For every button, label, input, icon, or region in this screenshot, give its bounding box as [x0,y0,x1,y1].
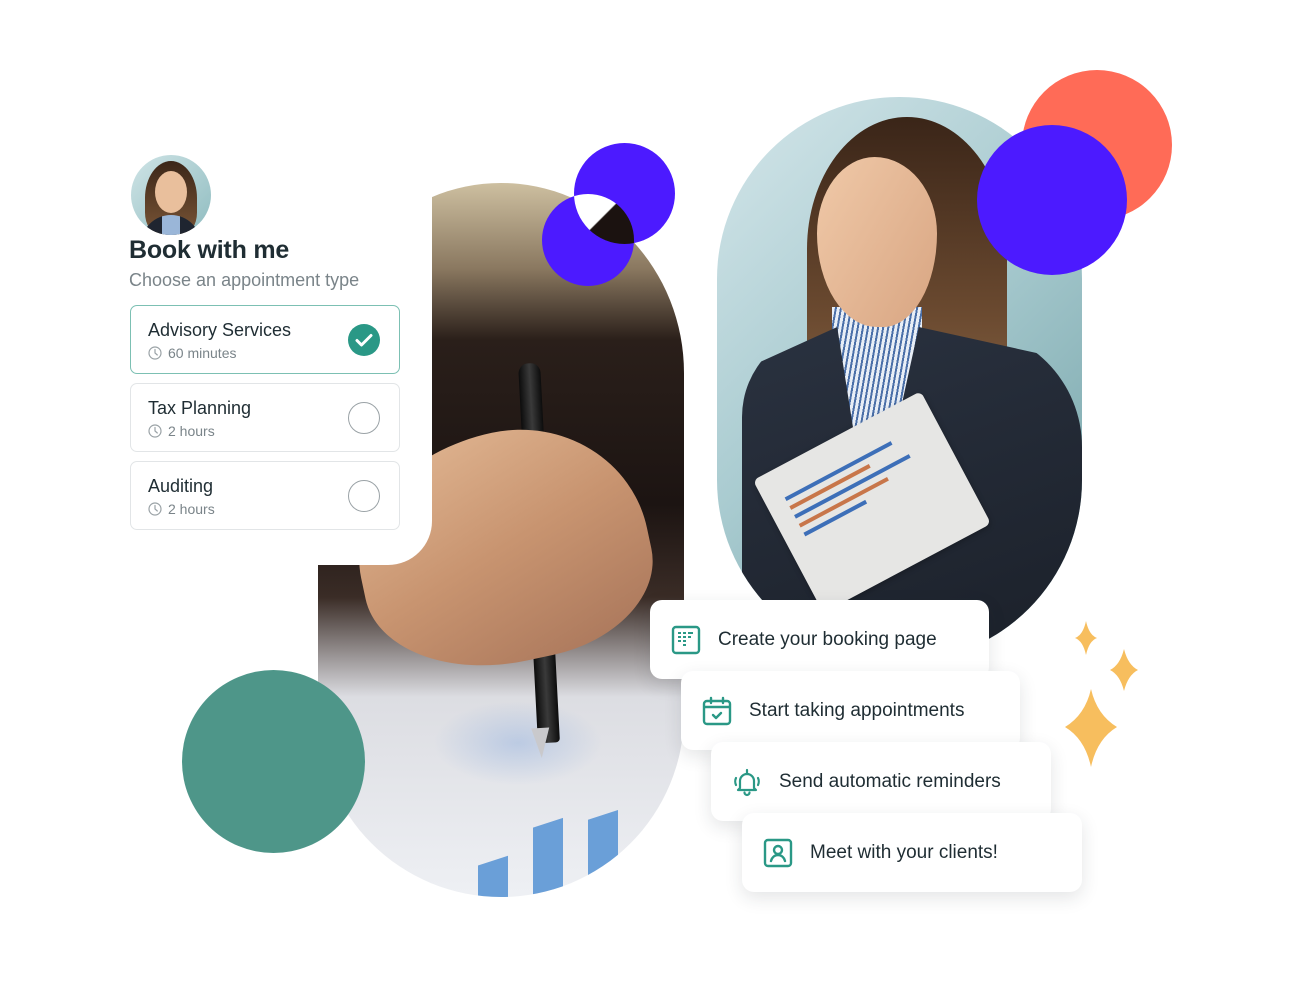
option-name: Advisory Services [148,320,292,340]
appointment-option-auditing[interactable]: Auditing 2 hours [130,461,400,530]
step-label: Start taking appointments [749,699,965,721]
option-name: Tax Planning [148,398,252,418]
step-meet-clients[interactable]: Meet with your clients! [742,813,1082,892]
option-duration: 2 hours [168,423,215,439]
sparkle-small [1075,621,1097,655]
pen-nib-shape [531,727,551,759]
radio-circle-icon[interactable] [348,480,380,512]
step-label: Send automatic reminders [779,770,1001,792]
face-shape [817,157,937,327]
clock-icon [148,424,162,438]
check-circle-icon[interactable] [348,324,380,356]
decor-circle-green [182,670,365,853]
booking-subtitle: Choose an appointment type [129,270,360,290]
step-send-reminders[interactable]: Send automatic reminders [711,742,1051,821]
paper-chart-bars [478,771,678,897]
decor-circle-overlap [574,143,675,244]
bell-ringing-icon [734,768,760,796]
avatar [131,155,211,235]
paper-bar [478,855,508,897]
user-portrait-icon [763,838,793,867]
clock-icon [148,502,162,516]
paper-bar [588,810,618,880]
clock-icon [148,346,162,360]
appointment-option-tax-planning[interactable]: Tax Planning 2 hours [130,383,400,452]
calendar-check-icon [702,696,732,725]
decor-circle-indigo-large [977,125,1127,275]
radio-circle-icon[interactable] [348,402,380,434]
booking-page-icon [671,625,701,654]
sparkles-icon [1065,621,1138,767]
sparkle-medium [1110,649,1138,691]
step-label: Create your booking page [718,628,937,650]
option-duration: 60 minutes [168,345,237,361]
step-start-appointments[interactable]: Start taking appointments [681,671,1020,750]
appointment-option-advisory[interactable]: Advisory Services 60 minutes [130,305,400,374]
step-create-booking-page[interactable]: Create your booking page [650,600,989,679]
sparkle-large [1065,689,1117,767]
booking-title: Book with me [129,236,290,264]
paper-bar [533,817,563,897]
option-duration: 2 hours [168,501,215,517]
option-name: Auditing [148,476,214,496]
step-label: Meet with your clients! [810,841,998,863]
